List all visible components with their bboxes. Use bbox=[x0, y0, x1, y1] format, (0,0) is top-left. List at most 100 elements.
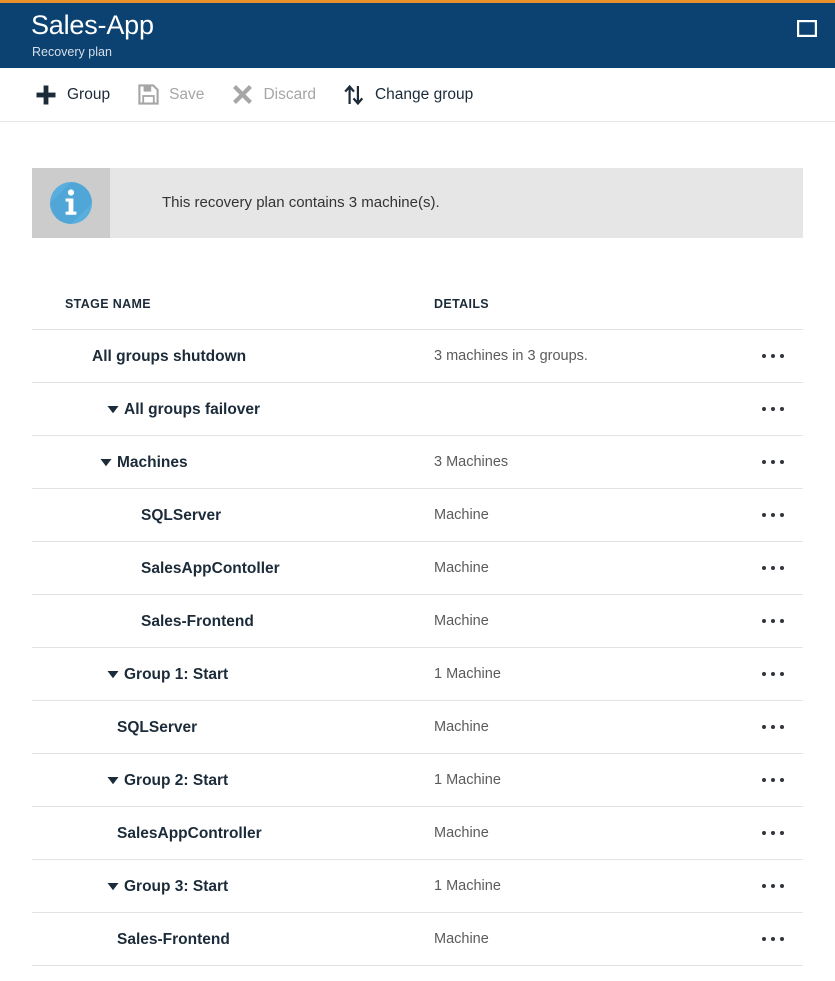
stage-name-cell: All groups shutdown bbox=[32, 346, 434, 367]
actions-cell bbox=[744, 501, 802, 529]
table-row[interactable]: SalesAppController Machine bbox=[32, 807, 803, 860]
stage-name-cell: Sales-Frontend bbox=[32, 611, 434, 632]
stage-name-label: All groups shutdown bbox=[92, 347, 247, 365]
details-cell: 1 Machine bbox=[434, 666, 501, 682]
caret-down-icon[interactable] bbox=[105, 402, 120, 417]
actions-cell bbox=[744, 395, 802, 423]
table-row[interactable]: SalesAppContoller Machine bbox=[32, 542, 803, 595]
page-title: Sales-App bbox=[31, 10, 154, 40]
command-bar: Group Save Discard Change group bbox=[0, 68, 835, 122]
details-cell: Machine bbox=[434, 931, 489, 947]
details-cell: 3 Machines bbox=[434, 454, 509, 470]
stage-name-label: Machines bbox=[117, 453, 188, 471]
add-group-button[interactable]: Group bbox=[28, 75, 120, 115]
stage-name-cell: SQLServer bbox=[32, 505, 434, 526]
details-cell: Machine bbox=[434, 719, 489, 735]
stage-name-label: All groups failover bbox=[124, 400, 261, 418]
ellipsis-icon[interactable] bbox=[753, 713, 793, 741]
stage-name-label: Group 1: Start bbox=[124, 665, 229, 683]
stage-name-cell: Machines bbox=[32, 452, 434, 473]
save-icon bbox=[136, 83, 160, 107]
change-group-button[interactable]: Change group bbox=[336, 75, 483, 115]
ellipsis-icon[interactable] bbox=[753, 342, 793, 370]
stage-name-label: Sales-Frontend bbox=[141, 612, 254, 630]
plus-icon bbox=[34, 83, 58, 107]
details-cell: 3 machines in 3 groups. bbox=[434, 348, 588, 364]
details-cell: Machine bbox=[434, 507, 489, 523]
stage-name-cell: All groups failover bbox=[32, 399, 434, 420]
stage-name-cell: SQLServer bbox=[32, 717, 434, 738]
grid-body: All groups shutdown 3 machines in 3 group… bbox=[32, 330, 803, 966]
add-group-label: Group bbox=[67, 85, 111, 103]
info-banner-message: This recovery plan contains 3 machine(s)… bbox=[162, 194, 440, 211]
table-row[interactable]: Group 3: Start 1 Machine bbox=[32, 860, 803, 913]
table-row[interactable]: Group 1: Start 1 Machine bbox=[32, 648, 803, 701]
actions-cell bbox=[744, 554, 802, 582]
ellipsis-icon[interactable] bbox=[753, 607, 793, 635]
details-cell: Machine bbox=[434, 825, 489, 841]
actions-cell bbox=[744, 872, 802, 900]
stage-name-label: Sales-Frontend bbox=[117, 930, 230, 948]
table-row[interactable]: Sales-Frontend Machine bbox=[32, 913, 803, 966]
stages-grid: STAGE NAME DETAILS All groups shutdown 3 … bbox=[32, 278, 803, 966]
table-row[interactable]: SQLServer Machine bbox=[32, 489, 803, 542]
save-label: Save bbox=[169, 85, 205, 103]
stage-name-cell: Group 3: Start bbox=[32, 876, 434, 897]
table-row[interactable]: All groups shutdown 3 machines in 3 group… bbox=[32, 330, 803, 383]
actions-cell bbox=[744, 607, 802, 635]
column-header-stage-name: STAGE NAME bbox=[65, 296, 151, 311]
actions-cell bbox=[744, 660, 802, 688]
close-x-icon bbox=[230, 83, 254, 107]
details-cell: 1 Machine bbox=[434, 878, 501, 894]
actions-cell bbox=[744, 713, 802, 741]
ellipsis-icon[interactable] bbox=[753, 766, 793, 794]
info-circle-icon bbox=[32, 168, 110, 238]
stage-name-cell: Sales-Frontend bbox=[32, 929, 434, 950]
stage-name-label: Group 2: Start bbox=[124, 771, 229, 789]
table-row[interactable]: All groups failover bbox=[32, 383, 803, 436]
table-row[interactable]: Machines 3 Machines bbox=[32, 436, 803, 489]
actions-cell bbox=[744, 925, 802, 953]
details-cell: Machine bbox=[434, 613, 489, 629]
table-row[interactable]: SQLServer Machine bbox=[32, 701, 803, 754]
caret-down-icon[interactable] bbox=[105, 879, 120, 894]
grid-header-row: STAGE NAME DETAILS bbox=[32, 278, 803, 330]
ellipsis-icon[interactable] bbox=[753, 395, 793, 423]
maximize-icon[interactable] bbox=[794, 15, 820, 41]
info-banner: This recovery plan contains 3 machine(s)… bbox=[32, 168, 803, 238]
ellipsis-icon[interactable] bbox=[753, 819, 793, 847]
actions-cell bbox=[744, 766, 802, 794]
ellipsis-icon[interactable] bbox=[753, 925, 793, 953]
caret-down-icon[interactable] bbox=[105, 667, 120, 682]
details-cell: Machine bbox=[434, 560, 489, 576]
actions-cell bbox=[744, 448, 802, 476]
discard-label: Discard bbox=[263, 85, 316, 103]
details-cell: 1 Machine bbox=[434, 772, 501, 788]
table-row[interactable]: Sales-Frontend Machine bbox=[32, 595, 803, 648]
stage-name-cell: Group 2: Start bbox=[32, 770, 434, 791]
stage-name-cell: SalesAppController bbox=[32, 823, 434, 844]
stage-name-label: SalesAppContoller bbox=[141, 559, 280, 577]
actions-cell bbox=[744, 342, 802, 370]
recovery-plan-blade: Sales-App Recovery plan Group Save Disca… bbox=[0, 0, 835, 981]
change-group-label: Change group bbox=[374, 85, 474, 103]
table-row[interactable]: Group 2: Start 1 Machine bbox=[32, 754, 803, 807]
stage-name-cell: SalesAppContoller bbox=[32, 558, 434, 579]
ellipsis-icon[interactable] bbox=[753, 501, 793, 529]
save-button[interactable]: Save bbox=[130, 75, 214, 115]
blade-header: Sales-App Recovery plan bbox=[0, 3, 835, 68]
column-header-details: DETAILS bbox=[434, 296, 489, 311]
actions-cell bbox=[744, 819, 802, 847]
sort-arrows-icon bbox=[342, 83, 366, 107]
stage-name-label: SalesAppController bbox=[117, 824, 262, 842]
ellipsis-icon[interactable] bbox=[753, 872, 793, 900]
ellipsis-icon[interactable] bbox=[753, 554, 793, 582]
discard-button[interactable]: Discard bbox=[224, 75, 326, 115]
caret-down-icon[interactable] bbox=[98, 455, 113, 470]
caret-down-icon[interactable] bbox=[105, 773, 120, 788]
ellipsis-icon[interactable] bbox=[753, 660, 793, 688]
stage-name-label: SQLServer bbox=[141, 506, 222, 524]
ellipsis-icon[interactable] bbox=[753, 448, 793, 476]
stage-name-cell: Group 1: Start bbox=[32, 664, 434, 685]
stage-name-label: SQLServer bbox=[117, 718, 198, 736]
